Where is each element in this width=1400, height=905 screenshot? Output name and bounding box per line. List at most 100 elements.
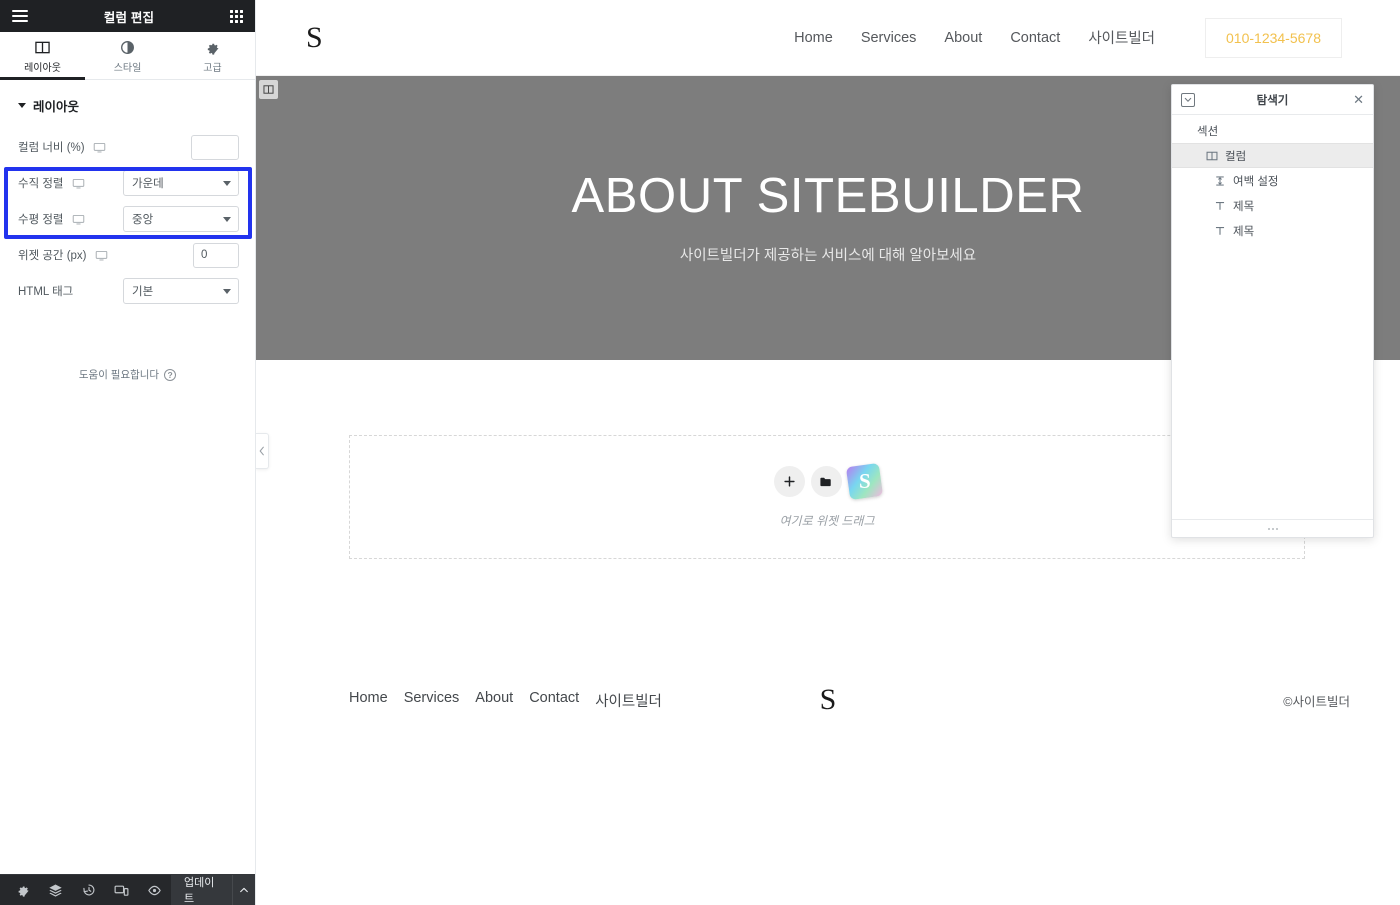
site-logo[interactable]: S (306, 21, 323, 55)
chevron-down-icon (18, 103, 26, 108)
nav-link-about[interactable]: About (944, 30, 982, 46)
navigator-tree: 섹션 컬럼 여백 설정 제목 제목 (1172, 115, 1373, 519)
control-widget-space: 위젯 공간 (px) (0, 237, 255, 273)
tree-item-label: 컬럼 (1225, 150, 1247, 163)
panel-footer-icons (0, 875, 171, 905)
question-circle-icon[interactable]: ? (164, 368, 177, 381)
column-handle-icon[interactable] (259, 80, 278, 99)
vertical-align-select[interactable]: 가운데 (123, 170, 239, 196)
settings-icon[interactable] (6, 875, 39, 905)
navigator-panel: 탐색기 ✕ 섹션 컬럼 여백 설정 제목 제목 (1171, 84, 1374, 538)
panel-header: 컬럼 편집 (0, 0, 255, 32)
site-header: S Home Services About Contact 사이트빌더 010-… (256, 0, 1400, 76)
drop-area-text: 여기로 위젯 드래그 (779, 514, 875, 528)
panel-collapse-handle[interactable] (256, 433, 269, 469)
sitebuilder-s-icon[interactable]: S (845, 462, 883, 501)
heading-icon (1214, 225, 1226, 237)
preview-icon[interactable] (138, 875, 171, 905)
widget-drop-area[interactable]: S 여기로 위젯 드래그 (349, 435, 1305, 559)
nav-link-services[interactable]: Services (861, 30, 917, 46)
footer-copyright: ©사이트빌더 (1283, 694, 1350, 709)
widget-space-field (193, 242, 239, 268)
tree-item-label: 여백 설정 (1233, 175, 1279, 188)
panel-body: 레이아웃 컬럼 너비 (%) 수직 정렬 가운데 수평 정렬 중앙 위젯 공간 … (0, 80, 255, 874)
desktop-icon[interactable] (95, 249, 108, 262)
tab-style-label: 스타일 (113, 62, 142, 74)
tab-style[interactable]: 스타일 (85, 32, 170, 79)
help-link[interactable]: 도움이 필요합니다 ? (0, 367, 255, 382)
footer-nav: Home Services About Contact 사이트빌더 (349, 690, 662, 711)
tab-advanced[interactable]: 고급 (170, 32, 255, 79)
control-label: 컬럼 너비 (%) (18, 142, 85, 154)
grid-icon[interactable] (229, 9, 243, 23)
phone-button[interactable]: 010-1234-5678 (1205, 17, 1342, 58)
desktop-icon[interactable] (72, 177, 85, 190)
add-widget-button[interactable] (773, 466, 805, 497)
tree-item-column[interactable]: 컬럼 (1172, 143, 1373, 168)
control-vertical-align: 수직 정렬 가운데 (0, 165, 255, 201)
desktop-icon[interactable] (93, 141, 106, 154)
control-label: HTML 태그 (18, 286, 74, 298)
hamburger-icon[interactable] (12, 10, 28, 22)
tab-advanced-label: 고급 (203, 62, 222, 74)
navigator-title: 탐색기 (1256, 94, 1289, 107)
nav-link-sitebuilder[interactable]: 사이트빌더 (1088, 27, 1155, 48)
gear-icon (205, 40, 220, 55)
tree-item-spacer[interactable]: 여백 설정 (1172, 168, 1373, 193)
layers-icon[interactable] (39, 875, 72, 905)
panel-tabs: 레이아웃 스타일 고급 (0, 32, 255, 80)
close-icon[interactable]: ✕ (1353, 93, 1364, 106)
contrast-icon (120, 40, 135, 55)
control-horizontal-align: 수평 정렬 중앙 (0, 201, 255, 237)
panel-title: 컬럼 편집 (103, 10, 155, 25)
horizontal-align-field: 중앙 (123, 206, 239, 232)
horizontal-align-select[interactable]: 중앙 (123, 206, 239, 232)
control-label: 위젯 공간 (px) (18, 250, 87, 262)
footer-link-contact[interactable]: Contact (529, 690, 579, 711)
tab-layout[interactable]: 레이아웃 (0, 32, 85, 80)
tree-item-label: 제목 (1233, 200, 1255, 213)
footer-link-home[interactable]: Home (349, 690, 388, 711)
editor-root: 컬럼 편집 레이아웃 스타일 고급 레이아웃 컬럼 너비 (%) 수직 정렬 가… (0, 0, 1400, 905)
layout-section-header[interactable]: 레이아웃 (0, 80, 255, 125)
chevron-up-icon[interactable] (232, 874, 255, 905)
editor-panel: 컬럼 편집 레이아웃 스타일 고급 레이아웃 컬럼 너비 (%) 수직 정렬 가… (0, 0, 256, 905)
grip-dots-icon (1267, 527, 1278, 530)
add-template-button[interactable] (810, 466, 842, 497)
html-tag-select[interactable]: 기본 (123, 278, 239, 304)
site-footer: Home Services About Contact 사이트빌더 S ©사이트… (256, 655, 1400, 745)
layout-section-title: 레이아웃 (33, 100, 80, 114)
control-column-width: 컬럼 너비 (%) (0, 129, 255, 165)
history-icon[interactable] (72, 875, 105, 905)
navigator-resize-handle[interactable] (1172, 519, 1373, 537)
spacer-icon (1214, 175, 1226, 187)
footer-link-about[interactable]: About (475, 690, 513, 711)
update-button[interactable]: 업데이트 (171, 874, 233, 905)
control-html-tag: HTML 태그 기본 (0, 273, 255, 309)
responsive-icon[interactable] (105, 875, 138, 905)
vertical-align-field: 가운데 (123, 170, 239, 196)
tree-item-heading-2[interactable]: 제목 (1172, 218, 1373, 243)
html-tag-field: 기본 (123, 278, 239, 304)
tab-layout-label: 레이아웃 (24, 62, 61, 74)
navigator-header: 탐색기 ✕ (1172, 85, 1373, 115)
tree-item-section[interactable]: 섹션 (1172, 118, 1373, 143)
chevron-left-icon (259, 446, 264, 456)
hero-subtitle: 사이트빌더가 제공하는 서비스에 대해 알아보세요 (679, 248, 977, 265)
widget-space-input[interactable] (193, 242, 239, 268)
site-nav: Home Services About Contact 사이트빌더 010-12… (794, 17, 1342, 58)
footer-link-services[interactable]: Services (404, 690, 460, 711)
columns-icon (1206, 150, 1218, 162)
tree-item-heading-1[interactable]: 제목 (1172, 193, 1373, 218)
nav-link-home[interactable]: Home (794, 30, 833, 46)
control-label: 수평 정렬 (18, 214, 64, 226)
desktop-icon[interactable] (72, 213, 85, 226)
nav-link-contact[interactable]: Contact (1010, 30, 1060, 46)
column-width-input[interactable] (191, 134, 239, 160)
column-width-field (191, 134, 239, 160)
panel-footer: 업데이트 (0, 874, 255, 905)
columns-icon (35, 40, 50, 55)
footer-link-sitebuilder[interactable]: 사이트빌더 (595, 690, 662, 711)
control-label: 수직 정렬 (18, 178, 64, 190)
dock-icon[interactable] (1181, 92, 1195, 107)
